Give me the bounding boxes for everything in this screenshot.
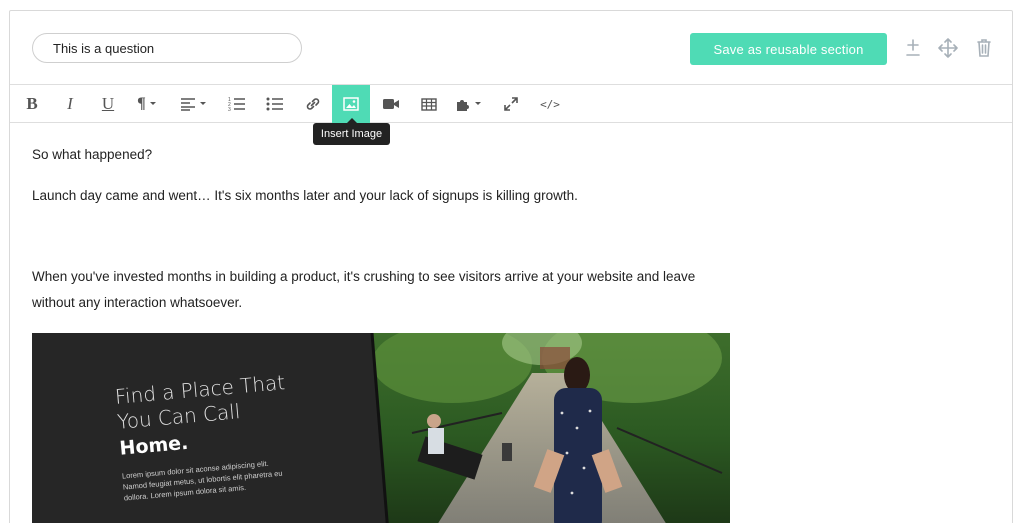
editor-toolbar: B I U ¶ 1 2 3 </> bbox=[10, 85, 1012, 123]
expand-icon bbox=[504, 97, 518, 111]
chevron-down-icon bbox=[149, 102, 156, 105]
chevron-down-icon bbox=[199, 102, 206, 105]
puzzle-icon bbox=[456, 100, 469, 111]
image-icon bbox=[343, 97, 359, 111]
paragraph-format-button[interactable]: ¶ bbox=[130, 85, 164, 123]
underline-icon: U bbox=[101, 94, 115, 113]
italic-icon: I bbox=[67, 94, 73, 113]
underline-button[interactable]: U bbox=[94, 85, 122, 123]
code-view-button[interactable]: </> bbox=[536, 85, 564, 123]
ordered-list-button[interactable]: 1 2 3 bbox=[224, 85, 250, 123]
section-editor-panel: Save as reusable section B I U ¶ bbox=[9, 10, 1013, 523]
ordered-list-icon: 1 2 3 bbox=[228, 97, 245, 112]
bold-icon: B bbox=[26, 94, 38, 113]
bold-button[interactable]: B bbox=[18, 85, 46, 123]
trash-icon[interactable] bbox=[973, 37, 995, 59]
align-button[interactable] bbox=[174, 85, 212, 123]
save-reusable-section-button[interactable]: Save as reusable section bbox=[690, 33, 887, 65]
hero-text: Find a Place That You Can Call Home. Lor… bbox=[114, 370, 294, 503]
insert-table-button[interactable] bbox=[416, 85, 442, 123]
align-left-icon bbox=[180, 98, 195, 111]
inserted-image[interactable]: Find a Place That You Can Call Home. Lor… bbox=[32, 333, 730, 523]
svg-text:3: 3 bbox=[228, 107, 231, 112]
paragraph-2: Launch day came and went… It's six month… bbox=[32, 188, 578, 203]
video-camera-icon bbox=[383, 99, 399, 109]
code-icon: </> bbox=[540, 97, 560, 111]
chevron-down-icon bbox=[474, 102, 481, 105]
question-input[interactable] bbox=[32, 33, 302, 63]
insert-image-tooltip: Insert Image bbox=[313, 118, 390, 145]
unordered-list-icon bbox=[266, 97, 283, 111]
unordered-list-button[interactable] bbox=[262, 85, 288, 123]
insert-link-button[interactable] bbox=[300, 85, 326, 123]
move-icon[interactable] bbox=[937, 37, 959, 59]
paragraph-3-line-2: without any interaction whatsoever. bbox=[32, 295, 243, 310]
paragraph-1: So what happened? bbox=[32, 147, 153, 162]
fullscreen-button[interactable] bbox=[498, 85, 524, 123]
italic-button[interactable]: I bbox=[56, 85, 84, 123]
paragraph-3-line-1: When you've invested months in building … bbox=[32, 269, 696, 284]
insert-video-button[interactable] bbox=[378, 85, 404, 123]
add-section-icon[interactable] bbox=[902, 37, 924, 59]
section-header: Save as reusable section bbox=[10, 11, 1012, 85]
table-icon bbox=[421, 97, 437, 111]
plugins-button[interactable] bbox=[450, 85, 486, 123]
link-icon bbox=[306, 98, 320, 110]
paragraph-icon: ¶ bbox=[137, 95, 146, 112]
